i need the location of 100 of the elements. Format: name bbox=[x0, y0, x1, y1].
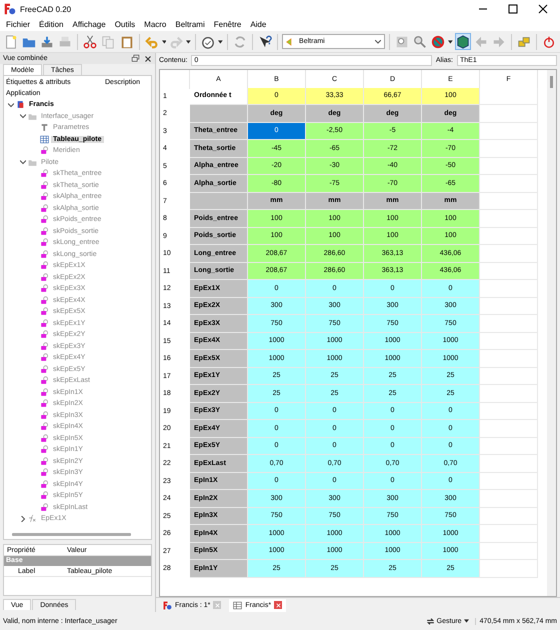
table-cell[interactable] bbox=[480, 88, 538, 105]
sketch-icon bbox=[40, 318, 49, 328]
table-cell[interactable] bbox=[480, 228, 538, 245]
table-cell[interactable] bbox=[480, 368, 538, 385]
close-icon bbox=[214, 602, 221, 608]
table-cell[interactable] bbox=[480, 158, 538, 175]
sketch-icon bbox=[40, 192, 49, 202]
sketch-icon bbox=[40, 238, 49, 248]
sketch-icon bbox=[40, 342, 49, 351]
document-icon bbox=[16, 100, 25, 110]
zoom-icon[interactable] bbox=[412, 33, 428, 50]
chevron-down-icon[interactable] bbox=[20, 113, 26, 120]
no-entry-icon[interactable] bbox=[430, 33, 446, 50]
chevron-down-icon bbox=[374, 40, 381, 44]
spreadsheet-icon bbox=[233, 600, 242, 610]
table-cell[interactable] bbox=[480, 210, 538, 228]
caret-icon[interactable] bbox=[162, 40, 166, 44]
table-cell[interactable] bbox=[480, 402, 538, 420]
sketch-icon bbox=[40, 376, 49, 386]
scrollbar-thumb[interactable] bbox=[12, 533, 131, 536]
table-cell[interactable] bbox=[190, 192, 248, 210]
sketch-icon bbox=[40, 330, 49, 340]
sketch-icon bbox=[40, 204, 49, 213]
scrollbar-thumb[interactable] bbox=[550, 76, 553, 88]
table-cell[interactable] bbox=[480, 438, 538, 455]
sketch-icon bbox=[40, 388, 49, 397]
menu-item[interactable]: Aide bbox=[246, 20, 270, 29]
table-cell[interactable] bbox=[480, 542, 538, 560]
menu-item[interactable]: Édition bbox=[35, 20, 68, 29]
table-cell[interactable] bbox=[480, 332, 538, 350]
table-cell[interactable] bbox=[480, 508, 538, 525]
sketch-icon bbox=[40, 261, 49, 270]
table-cell[interactable] bbox=[480, 490, 538, 508]
table-cell[interactable] bbox=[480, 350, 538, 368]
table-cell[interactable] bbox=[480, 455, 538, 472]
caret-icon bbox=[464, 619, 469, 623]
chevron-right-icon[interactable] bbox=[20, 516, 26, 522]
sketch-icon bbox=[40, 215, 49, 224]
sketch-icon bbox=[40, 180, 49, 190]
spreadsheet-icon bbox=[40, 134, 49, 144]
folder-icon bbox=[28, 158, 37, 167]
caret-icon[interactable] bbox=[186, 40, 192, 44]
table-cell[interactable] bbox=[480, 245, 538, 262]
menu-item[interactable]: Outils bbox=[110, 20, 140, 29]
close-icon bbox=[144, 54, 152, 62]
sketch-icon bbox=[40, 399, 49, 408]
close-icon bbox=[538, 4, 548, 14]
sketch-icon bbox=[40, 284, 49, 294]
sketch-icon bbox=[40, 468, 49, 478]
sketch-icon bbox=[40, 410, 49, 420]
menu-item[interactable]: Beltrami bbox=[171, 20, 209, 29]
folder-icon bbox=[28, 112, 37, 121]
app-logo-icon bbox=[163, 600, 172, 610]
sketch-icon bbox=[40, 434, 49, 443]
sketch-icon bbox=[40, 422, 49, 432]
table-cell[interactable] bbox=[480, 298, 538, 315]
close-icon bbox=[274, 602, 282, 608]
table-cell[interactable] bbox=[480, 315, 538, 332]
menu-item[interactable]: Affichage bbox=[68, 20, 110, 29]
sketch-icon bbox=[40, 491, 49, 500]
sketch-icon bbox=[40, 226, 49, 236]
menu-item[interactable]: Fichier bbox=[2, 20, 34, 29]
table-cell[interactable] bbox=[480, 105, 538, 122]
cube-icon[interactable] bbox=[454, 33, 471, 50]
table-cell[interactable] bbox=[480, 525, 538, 542]
chevron-down-icon[interactable] bbox=[20, 159, 26, 166]
table-cell[interactable] bbox=[480, 122, 538, 140]
sketch-icon bbox=[40, 502, 49, 512]
sketch-icon bbox=[40, 307, 49, 316]
formula-icon bbox=[28, 514, 37, 524]
app-logo-icon bbox=[4, 3, 16, 15]
sketch-icon bbox=[40, 364, 49, 374]
sketch-icon bbox=[40, 445, 49, 454]
table-cell[interactable] bbox=[480, 560, 538, 578]
cut-icon[interactable] bbox=[82, 33, 98, 50]
sketch-icon bbox=[40, 250, 49, 259]
maximize-icon bbox=[508, 4, 518, 14]
table-cell[interactable] bbox=[480, 140, 538, 158]
table-cell[interactable] bbox=[480, 280, 538, 298]
window-title: FreeCAD 0.20 bbox=[20, 4, 72, 14]
table-cell[interactable] bbox=[480, 472, 538, 490]
swap-arrows-icon bbox=[426, 616, 435, 626]
caret-icon[interactable] bbox=[218, 40, 223, 44]
caret-icon[interactable] bbox=[448, 40, 453, 44]
sketch-icon bbox=[40, 296, 49, 305]
sketch-icon bbox=[40, 169, 49, 178]
table-cell[interactable] bbox=[480, 262, 538, 280]
table-cell[interactable] bbox=[480, 192, 538, 210]
menu-item[interactable]: Macro bbox=[140, 20, 170, 29]
sketch-icon bbox=[40, 480, 49, 489]
sketch-icon bbox=[40, 353, 49, 362]
table-cell[interactable] bbox=[190, 105, 248, 122]
table-cell[interactable] bbox=[480, 420, 538, 438]
sketch-icon bbox=[40, 272, 49, 282]
menu-item[interactable]: Fenêtre bbox=[210, 20, 246, 29]
part-icon bbox=[40, 123, 49, 132]
table-cell[interactable] bbox=[480, 175, 538, 192]
table-cell[interactable] bbox=[480, 385, 538, 402]
chevron-down-icon[interactable] bbox=[8, 102, 14, 108]
sketch-icon bbox=[40, 146, 49, 156]
